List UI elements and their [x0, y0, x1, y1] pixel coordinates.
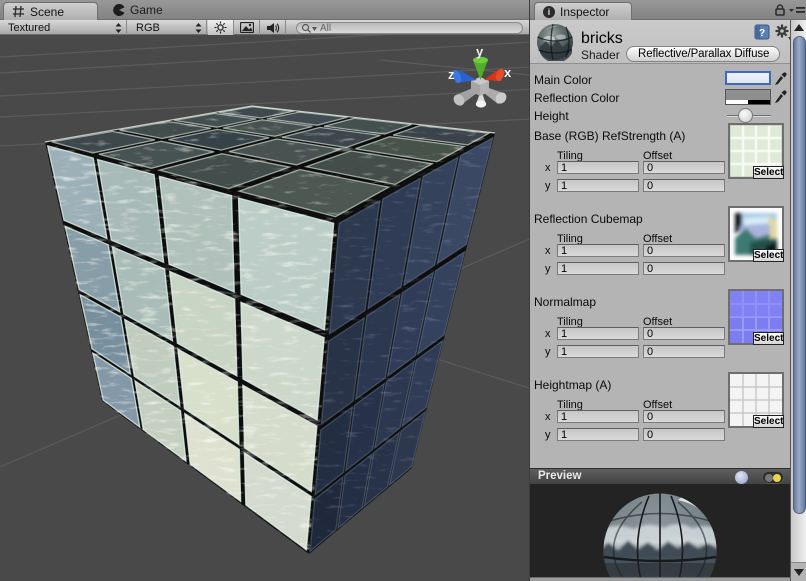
svg-text:y: y [476, 44, 484, 59]
svg-text:z: z [448, 67, 455, 82]
svg-text:x: x [504, 65, 512, 80]
svg-text:?: ? [759, 28, 765, 39]
